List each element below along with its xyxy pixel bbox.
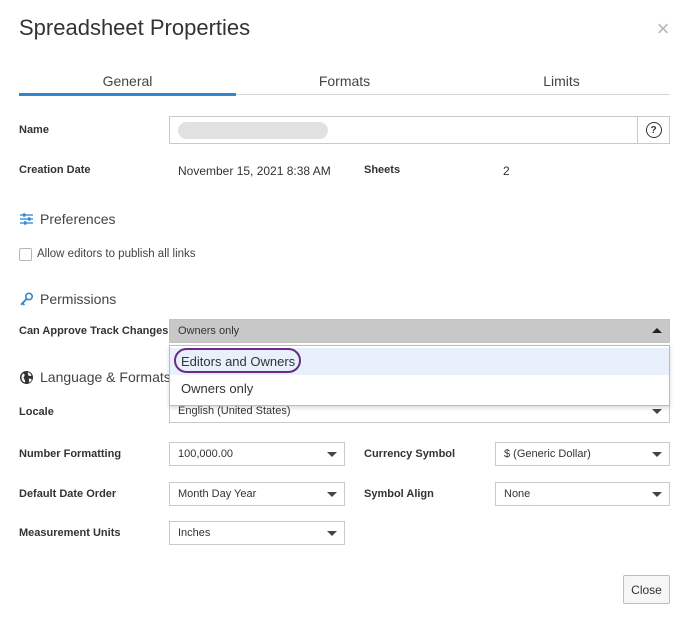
approve-track-changes-value: Owners only xyxy=(178,325,240,337)
chevron-down-icon xyxy=(652,409,662,414)
key-icon xyxy=(19,291,34,307)
locale-value: English (United States) xyxy=(178,405,291,417)
number-formatting-value: 100,000.00 xyxy=(178,448,234,460)
tab-bar: General Formats Limits xyxy=(19,70,670,96)
default-date-order-label: Default Date Order xyxy=(19,488,117,500)
chevron-up-icon xyxy=(652,328,662,333)
option-editors-and-owners[interactable]: Editors and Owners xyxy=(170,348,669,375)
currency-symbol-value: $ (Generic Dollar) xyxy=(504,448,591,460)
preferences-heading: Preferences xyxy=(40,211,116,227)
approve-track-changes-select[interactable]: Owners only xyxy=(169,319,670,343)
tab-limits[interactable]: Limits xyxy=(453,70,670,95)
close-button[interactable]: Close xyxy=(623,575,670,604)
sliders-icon xyxy=(19,212,34,226)
tab-general[interactable]: General xyxy=(19,70,236,96)
sheets-label: Sheets xyxy=(364,164,401,176)
symbol-align-value: None xyxy=(504,488,531,500)
approve-track-changes-label: Can Approve Track Changes xyxy=(19,325,169,337)
close-icon[interactable]: × xyxy=(654,18,672,40)
allow-publish-label[interactable]: Allow editors to publish all links xyxy=(37,248,196,260)
chevron-down-icon xyxy=(652,452,662,457)
permissions-heading: Permissions xyxy=(40,291,117,307)
symbol-align-select[interactable]: None xyxy=(495,482,670,506)
creation-date-label: Creation Date xyxy=(19,164,91,176)
name-redacted-value xyxy=(178,122,328,139)
question-icon: ? xyxy=(645,122,662,138)
chevron-down-icon xyxy=(327,492,337,497)
language-heading: Language & Formats xyxy=(40,369,171,385)
measurement-units-label: Measurement Units xyxy=(19,527,121,539)
permissions-section-heading: Permissions xyxy=(19,291,116,307)
option-owners-only[interactable]: Owners only xyxy=(170,375,669,402)
chevron-down-icon xyxy=(327,452,337,457)
chevron-down-icon xyxy=(652,492,662,497)
spreadsheet-properties-dialog: Spreadsheet Properties × General Formats… xyxy=(0,0,689,627)
name-input[interactable] xyxy=(169,116,637,144)
default-date-order-select[interactable]: Month Day Year xyxy=(169,482,345,506)
language-section-heading: Language & Formats xyxy=(19,369,171,385)
measurement-units-value: Inches xyxy=(178,527,211,539)
tab-formats[interactable]: Formats xyxy=(236,70,453,95)
currency-symbol-label: Currency Symbol xyxy=(364,448,456,460)
default-date-order-value: Month Day Year xyxy=(178,488,257,500)
approve-track-changes-menu: Editors and Owners Owners only xyxy=(169,345,670,406)
name-label: Name xyxy=(19,124,49,136)
number-formatting-label: Number Formatting xyxy=(19,448,122,460)
measurement-units-select[interactable]: Inches xyxy=(169,521,345,545)
help-button[interactable]: ? xyxy=(637,116,670,144)
globe-icon xyxy=(19,370,34,385)
dialog-title: Spreadsheet Properties xyxy=(19,15,251,40)
number-formatting-select[interactable]: 100,000.00 xyxy=(169,442,345,466)
chevron-down-icon xyxy=(327,531,337,536)
symbol-align-label: Symbol Align xyxy=(364,488,434,500)
currency-symbol-select[interactable]: $ (Generic Dollar) xyxy=(495,442,670,466)
locale-label: Locale xyxy=(19,406,54,418)
creation-date-value: November 15, 2021 8:38 AM xyxy=(178,164,331,178)
preferences-section-heading: Preferences xyxy=(19,211,115,227)
allow-publish-checkbox[interactable] xyxy=(19,248,32,261)
sheets-value: 2 xyxy=(503,164,510,178)
